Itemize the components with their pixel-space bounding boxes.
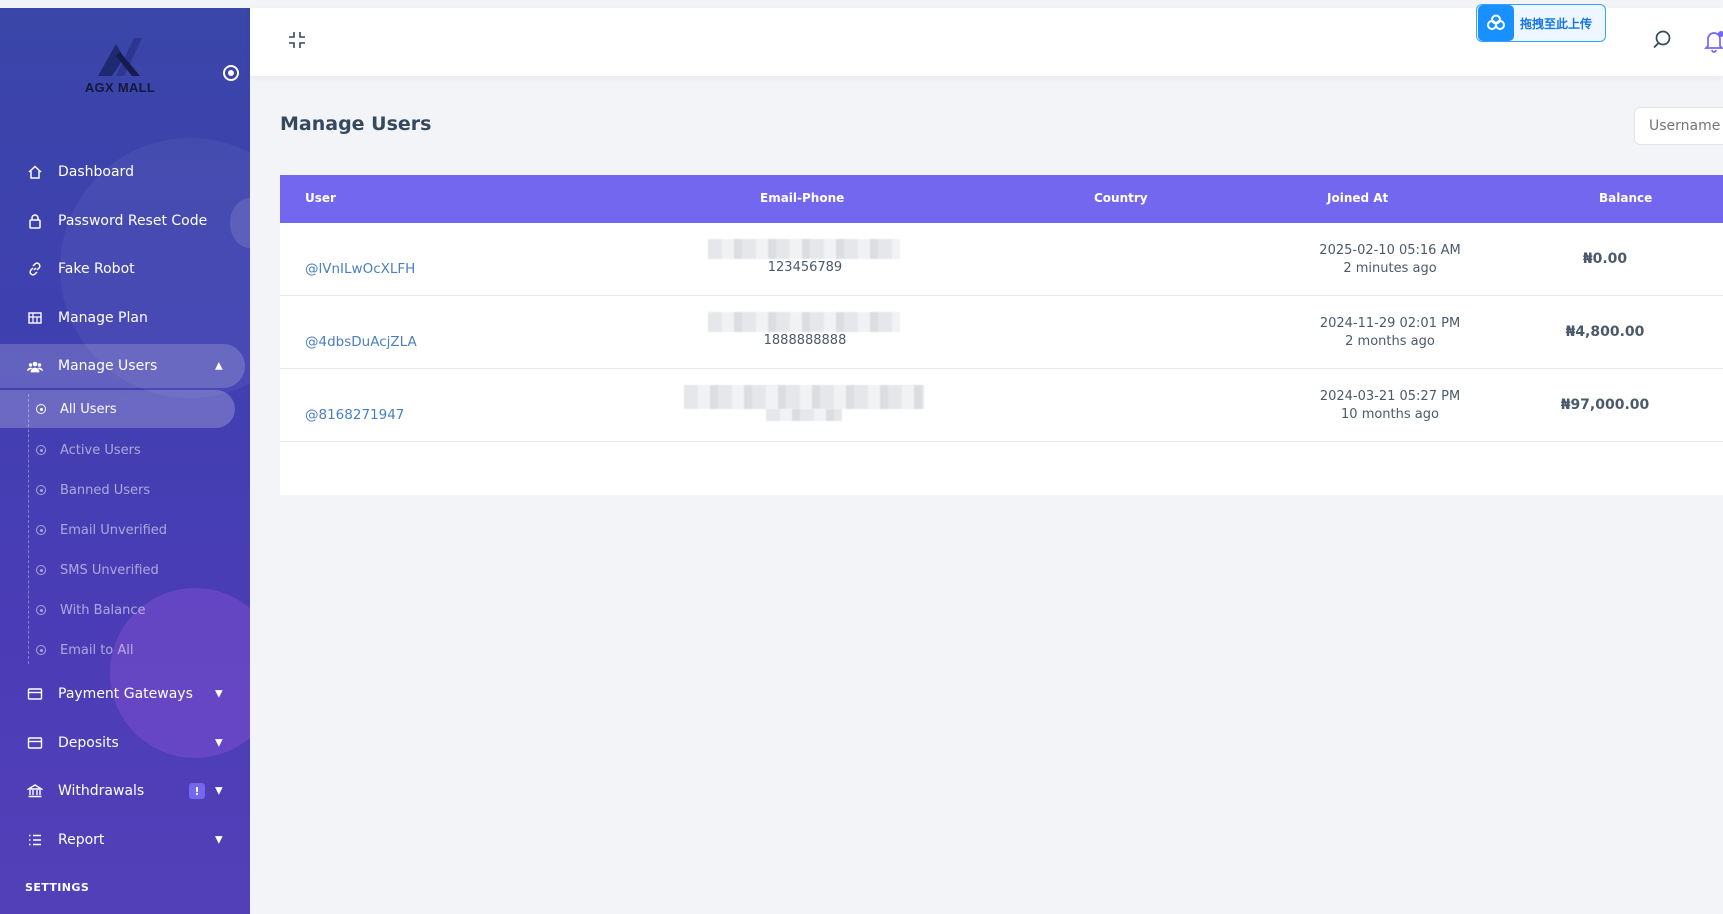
- user-link[interactable]: @8168271947: [305, 407, 404, 423]
- topbar: 拖拽至此上传: [250, 4, 1723, 76]
- sidebar-item-report[interactable]: Report ▼: [0, 816, 250, 865]
- sidebar-item-label: Password Reset Code: [58, 212, 208, 229]
- submenu-item-label: With Balance: [60, 602, 146, 618]
- circle-dot-icon: [36, 525, 46, 535]
- submenu-item-label: Banned Users: [60, 482, 151, 498]
- joined-date: 2024-03-21 05:27 PM: [1319, 389, 1461, 404]
- sidebar-menu: Dashboard Password Reset Code Fake Robot…: [0, 148, 250, 864]
- circle-dot-icon: [36, 485, 46, 495]
- bell-icon[interactable]: [1702, 28, 1723, 54]
- chevron-up-icon: ▲: [215, 360, 223, 372]
- upload-label: 拖拽至此上传: [1520, 16, 1593, 31]
- chevron-down-icon: ▼: [215, 785, 223, 797]
- user-link[interactable]: @4dbsDuAcjZLA: [305, 334, 417, 350]
- credit-card-icon: [26, 685, 44, 703]
- submenu-item-all-users[interactable]: All Users: [0, 390, 235, 428]
- submenu-item-email-unverified[interactable]: Email Unverified: [0, 510, 250, 550]
- submenu-item-label: All Users: [60, 401, 117, 417]
- sidebar-item-manage-users[interactable]: Manage Users ▲: [0, 344, 245, 388]
- alert-badge: !: [189, 783, 205, 799]
- sidebar-item-label: Payment Gateways: [58, 686, 193, 703]
- manage-users-submenu: All Users Active Users Banned Users Emai…: [0, 390, 250, 670]
- column-header-country: Country: [1094, 191, 1148, 205]
- bank-icon: [26, 782, 44, 800]
- sidebar-item-deposits[interactable]: Deposits ▼: [0, 719, 250, 768]
- brand-name: AGX MALL: [84, 80, 156, 95]
- sidebar-toggle-icon[interactable]: [223, 65, 239, 81]
- sidebar-item-dashboard[interactable]: Dashboard: [0, 148, 250, 197]
- redacted-email: [708, 312, 900, 332]
- joined-relative: 2 minutes ago: [1343, 261, 1437, 276]
- cloud-icon: [1478, 5, 1514, 41]
- user-link[interactable]: @lVnILwOcXLFH: [305, 261, 415, 277]
- lock-icon: [26, 212, 44, 230]
- circle-dot-icon: [36, 565, 46, 575]
- sidebar-item-label: Fake Robot: [58, 261, 135, 278]
- sidebar-item-label: Manage Plan: [58, 309, 148, 326]
- home-icon: [26, 163, 44, 181]
- sidebar-item-password-reset-code[interactable]: Password Reset Code: [0, 197, 250, 246]
- sidebar-item-manage-plan[interactable]: Manage Plan: [0, 294, 250, 343]
- column-header-joined-at: Joined At: [1327, 191, 1389, 205]
- username-search-input[interactable]: [1634, 107, 1723, 145]
- wallet-icon: [26, 734, 44, 752]
- column-header-balance: Balance: [1599, 191, 1653, 205]
- table-header: User Email-Phone Country Joined At Balan…: [280, 175, 1723, 223]
- circle-dot-icon: [36, 645, 46, 655]
- sidebar: AGX MALL Dashboard Password Reset Code F…: [0, 8, 250, 914]
- submenu-item-email-to-all[interactable]: Email to All: [0, 630, 250, 670]
- collapse-icon[interactable]: [287, 30, 307, 50]
- link-icon: [26, 260, 44, 278]
- brand-logo[interactable]: AGX MALL: [70, 32, 170, 102]
- joined-date: 2025-02-10 05:16 AM: [1319, 243, 1461, 258]
- sidebar-item-label: Withdrawals: [58, 783, 145, 800]
- sidebar-item-label: Manage Users: [58, 358, 158, 374]
- sidebar-item-label: Dashboard: [58, 164, 134, 181]
- list-icon: [26, 831, 44, 849]
- circle-dot-icon: [36, 445, 46, 455]
- logo-icon: [98, 38, 142, 76]
- sidebar-item-withdrawals[interactable]: Withdrawals ! ▼: [0, 767, 250, 816]
- submenu-item-label: Email Unverified: [60, 522, 168, 538]
- sidebar-section-label: SETTINGS: [25, 881, 90, 894]
- redacted-email: [708, 239, 900, 259]
- sidebar-item-label: Report: [58, 831, 105, 848]
- user-phone: 1888888888: [763, 333, 847, 348]
- user-phone: 123456789: [767, 260, 843, 275]
- column-header-user: User: [305, 191, 336, 205]
- user-balance: ₦97,000.00: [1560, 397, 1650, 413]
- table-row: @4dbsDuAcjZLA 1888888888 2024-11-29 02:0…: [280, 296, 1723, 369]
- users-icon: [26, 357, 44, 375]
- chevron-down-icon: ▼: [215, 737, 223, 749]
- page-title: Manage Users: [280, 113, 432, 135]
- user-balance: ₦0.00: [1582, 251, 1628, 267]
- submenu-item-label: Email to All: [60, 642, 134, 658]
- submenu-item-label: SMS Unverified: [60, 562, 159, 578]
- grid-icon: [26, 309, 44, 327]
- search-icon[interactable]: [1650, 28, 1674, 52]
- upload-dropzone[interactable]: 拖拽至此上传: [1476, 4, 1606, 42]
- chevron-down-icon: ▼: [215, 834, 223, 846]
- users-table: User Email-Phone Country Joined At Balan…: [280, 175, 1723, 495]
- user-balance: ₦4,800.00: [1565, 324, 1645, 340]
- joined-relative: 10 months ago: [1341, 407, 1439, 422]
- chevron-down-icon: ▼: [215, 688, 223, 700]
- column-header-email-phone: Email-Phone: [760, 191, 845, 205]
- submenu-item-with-balance[interactable]: With Balance: [0, 590, 250, 630]
- sidebar-item-label: Deposits: [58, 734, 119, 751]
- circle-dot-icon: [36, 404, 46, 414]
- submenu-item-banned-users[interactable]: Banned Users: [0, 470, 250, 510]
- joined-date: 2024-11-29 02:01 PM: [1319, 316, 1461, 331]
- submenu-item-sms-unverified[interactable]: SMS Unverified: [0, 550, 250, 590]
- joined-relative: 2 months ago: [1345, 334, 1435, 349]
- sidebar-item-payment-gateways[interactable]: Payment Gateways ▼: [0, 670, 250, 719]
- submenu-item-label: Active Users: [60, 442, 141, 458]
- redacted-phone: [766, 409, 842, 421]
- redacted-email: [684, 385, 924, 409]
- circle-dot-icon: [36, 605, 46, 615]
- table-row: @8168271947 2024-03-21 05:27 PM 10 month…: [280, 369, 1723, 442]
- table-row: @lVnILwOcXLFH 123456789 2025-02-10 05:16…: [280, 223, 1723, 296]
- sidebar-item-fake-robot[interactable]: Fake Robot: [0, 245, 250, 294]
- submenu-item-active-users[interactable]: Active Users: [0, 430, 250, 470]
